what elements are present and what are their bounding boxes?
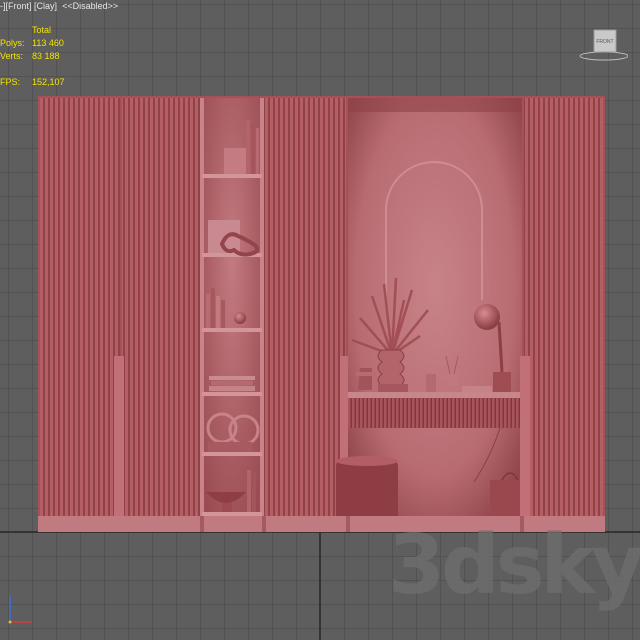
stats-verts-value: 83 188 [32,51,60,61]
stats-total-label: Total [32,25,52,35]
watermark-logo: 3dsky [388,518,640,613]
vanity-niche [348,98,522,516]
left-door-2[interactable] [122,98,200,516]
shelf-6 [202,512,262,516]
stats-polys-value: 113 460 [32,38,64,48]
stats-overlay: Total Polys: 113 460 Verts: 83 188 FPS: 152… [0,24,92,89]
table-lamp[interactable] [474,304,500,330]
shelf-3 [202,328,262,332]
shelf-5 [202,452,262,456]
stats-polys-label: Polys: [0,38,25,48]
ribbed-vase[interactable] [377,349,405,387]
stats-fps-label: FPS: [0,77,21,87]
book-stack-vanity [462,386,492,392]
viewport-front[interactable]: -][Front] [Clay] <<Disabled>> Total Poly… [0,0,640,640]
viewcube-face-label: FRONT [596,39,613,45]
viewport-label: -][Front] [Clay] <<Disabled>> [0,0,118,12]
shelf-box [224,148,246,174]
right-door-handle [520,356,530,516]
axis-gizmo-icon [8,596,32,624]
diffuser [448,374,458,386]
left-door-handle [114,356,124,516]
right-door[interactable] [524,98,603,516]
shelf-ball [234,312,246,324]
viewport-view-menu[interactable]: [Front] [6,1,32,11]
left-door-1[interactable] [40,98,120,516]
shelf-books-mid [206,294,210,328]
small-vase [358,368,372,390]
shelf-1 [202,174,262,178]
stats-fps-value: 152,107 [32,77,65,87]
viewport-shading-menu[interactable]: [Clay] [34,1,57,11]
shelf-book-stack [209,376,255,380]
viewport-state-label[interactable]: <<Disabled>> [62,1,118,11]
viewcube[interactable]: FRONT [570,28,628,64]
shelf-books-top [246,120,250,174]
stats-verts-label: Verts: [0,51,24,61]
shelf-books-bottom [247,470,251,512]
middle-door[interactable] [264,98,346,516]
shelf-4 [202,392,262,396]
candle [426,374,436,392]
